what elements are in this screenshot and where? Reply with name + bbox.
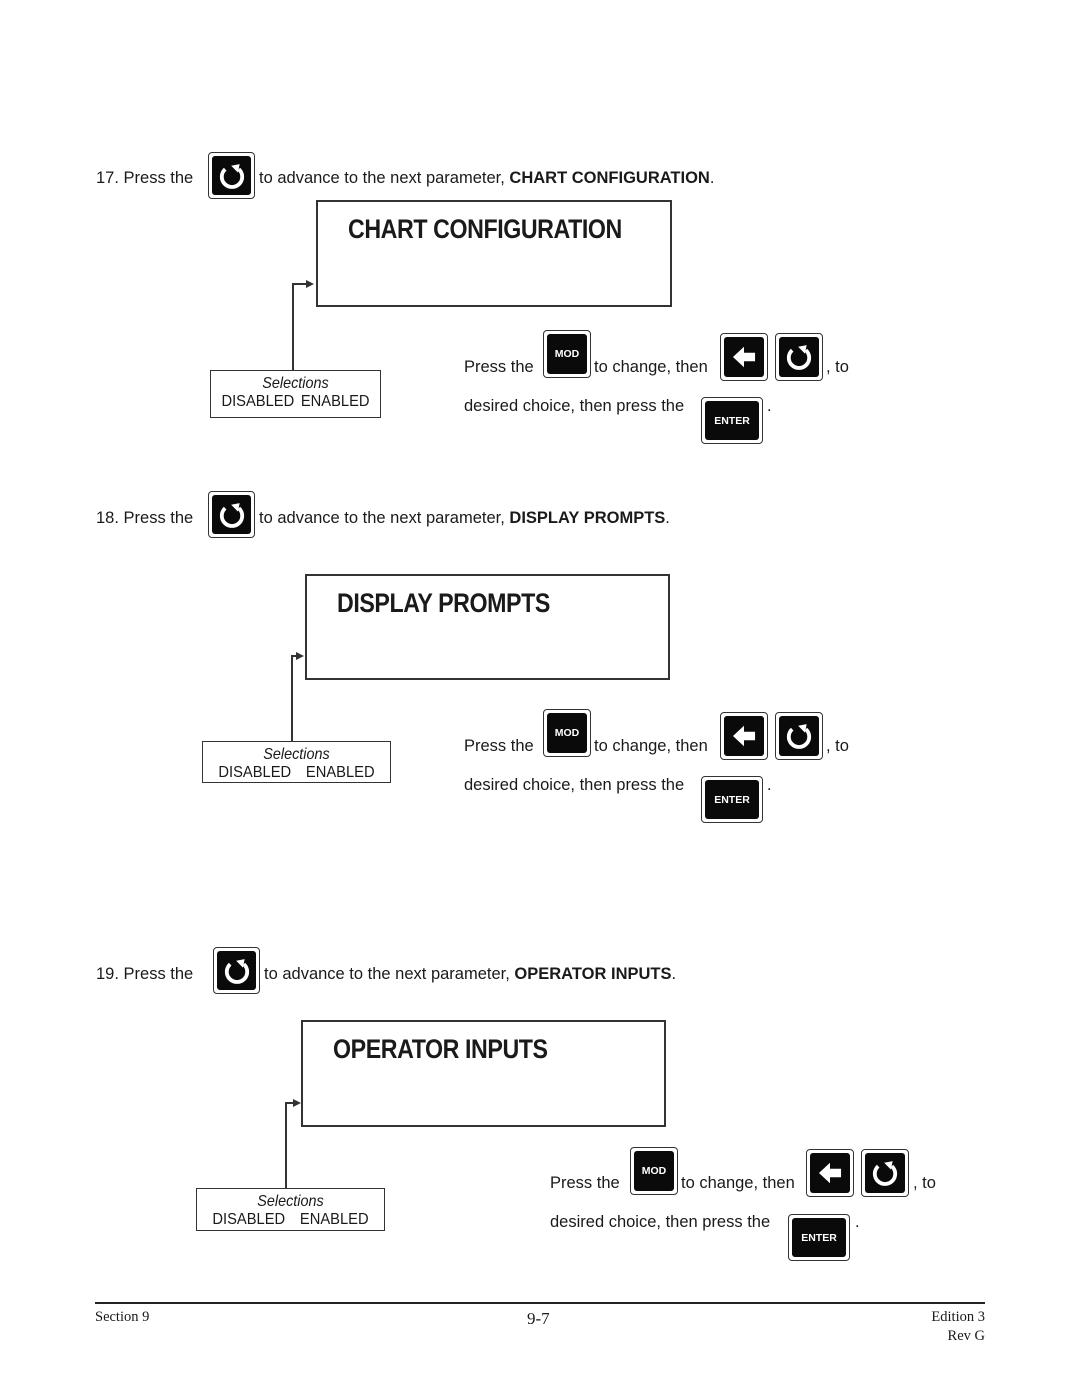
- step-number: 19.: [96, 965, 119, 983]
- enter-key-label: ENTER: [705, 780, 759, 819]
- mod-key-label: MOD: [547, 713, 587, 753]
- connector-arrow-icon: [296, 652, 304, 660]
- scroll-icon: [782, 340, 816, 374]
- step-19-advance: to advance to the next parameter, OPERAT…: [264, 964, 676, 984]
- scroll-icon: [782, 719, 816, 753]
- scroll-key-button[interactable]: [775, 333, 823, 381]
- parameter-name: OPERATOR INPUTS: [514, 965, 672, 983]
- selections-box: Selections DISABLED ENABLED: [196, 1188, 385, 1231]
- instr-to-change: to change, then: [594, 358, 708, 376]
- left-arrow-key-button[interactable]: [720, 712, 768, 760]
- enter-key-button[interactable]: ENTER: [788, 1214, 850, 1261]
- connector-line: [291, 655, 293, 742]
- option-disabled: DISABLED: [221, 393, 295, 410]
- instr-to-change: to change, then: [681, 1174, 795, 1192]
- step-18-text: 18. Press the: [96, 508, 193, 528]
- connector-arrow-icon: [293, 1099, 301, 1107]
- scroll-key-button[interactable]: [775, 712, 823, 760]
- step-press-the: Press the: [123, 509, 194, 527]
- screen-title: CHART CONFIGURATION: [348, 214, 622, 244]
- period: .: [709, 169, 715, 187]
- option-enabled: ENABLED: [305, 764, 375, 781]
- footer-edition: Edition 3: [931, 1309, 985, 1325]
- left-arrow-icon: [727, 340, 761, 374]
- footer-page-number: 9-7: [527, 1309, 550, 1328]
- step-number: 17.: [96, 169, 119, 187]
- period: .: [671, 965, 677, 983]
- footer-rule: [95, 1302, 985, 1304]
- instr-comma-to: , to: [826, 358, 849, 376]
- parameter-name: CHART CONFIGURATION: [509, 169, 710, 187]
- connector-line: [292, 283, 294, 371]
- enter-key-button[interactable]: ENTER: [701, 397, 763, 444]
- mod-key-label: MOD: [547, 334, 587, 374]
- mod-key-button[interactable]: MOD: [543, 709, 591, 757]
- step-17-text: 17. Press the: [96, 168, 193, 188]
- footer-section: Section 9: [95, 1309, 150, 1325]
- mod-key-button[interactable]: MOD: [630, 1147, 678, 1195]
- connector-arrow-icon: [306, 280, 314, 288]
- connector-line: [285, 1102, 287, 1189]
- option-enabled: ENABLED: [299, 1211, 369, 1228]
- selections-box: Selections DISABLED ENABLED: [202, 741, 391, 783]
- scroll-key-button[interactable]: [861, 1149, 909, 1197]
- period: .: [767, 776, 772, 794]
- instr-comma-to: , to: [913, 1174, 936, 1192]
- enter-key-label: ENTER: [792, 1218, 846, 1257]
- selections-box: Selections DISABLED ENABLED: [210, 370, 381, 418]
- selections-header: Selections: [257, 1193, 324, 1210]
- left-arrow-icon: [727, 719, 761, 753]
- display-screen: OPERATOR INPUTS: [301, 1020, 666, 1127]
- instr-desired-choice: desired choice, then press the: [464, 776, 685, 794]
- instr-press-the: Press the: [464, 737, 534, 755]
- option-disabled: DISABLED: [212, 1211, 286, 1228]
- scroll-icon: [868, 1156, 902, 1190]
- left-arrow-icon: [813, 1156, 847, 1190]
- enter-key-button[interactable]: ENTER: [701, 776, 763, 823]
- display-screen: DISPLAY PROMPTS: [305, 574, 670, 680]
- scroll-key-button[interactable]: [208, 491, 255, 538]
- step-number: 18.: [96, 509, 119, 527]
- scroll-icon: [215, 498, 249, 532]
- step-17-advance: to advance to the next parameter, CHART …: [259, 168, 714, 188]
- instr-desired-choice: desired choice, then press the: [464, 397, 685, 415]
- instr-desired-choice: desired choice, then press the: [550, 1213, 771, 1231]
- display-screen: CHART CONFIGURATION: [316, 200, 672, 307]
- mod-key-label: MOD: [634, 1151, 674, 1191]
- left-arrow-key-button[interactable]: [806, 1149, 854, 1197]
- period: .: [855, 1213, 860, 1231]
- screen-title: DISPLAY PROMPTS: [337, 588, 550, 618]
- enter-key-label: ENTER: [705, 401, 759, 440]
- advance-text: to advance to the next parameter,: [259, 509, 505, 527]
- instr-press-the: Press the: [550, 1174, 620, 1192]
- scroll-key-button[interactable]: [208, 152, 255, 199]
- instr-to-change: to change, then: [594, 737, 708, 755]
- scroll-key-button[interactable]: [213, 947, 260, 994]
- option-enabled: ENABLED: [300, 393, 370, 410]
- mod-key-button[interactable]: MOD: [543, 330, 591, 378]
- step-press-the: Press the: [123, 965, 194, 983]
- selections-header: Selections: [262, 375, 329, 392]
- step-18-advance: to advance to the next parameter, DISPLA…: [259, 508, 670, 528]
- left-arrow-key-button[interactable]: [720, 333, 768, 381]
- period: .: [767, 397, 772, 415]
- advance-text: to advance to the next parameter,: [264, 965, 510, 983]
- footer-revision: Rev G: [947, 1328, 985, 1344]
- parameter-name: DISPLAY PROMPTS: [509, 509, 666, 527]
- period: .: [665, 509, 670, 527]
- option-disabled: DISABLED: [218, 764, 292, 781]
- instr-comma-to: , to: [826, 737, 849, 755]
- scroll-icon: [220, 954, 254, 988]
- instr-press-the: Press the: [464, 358, 534, 376]
- scroll-icon: [215, 159, 249, 193]
- step-press-the: Press the: [123, 169, 194, 187]
- connector-line: [285, 1102, 293, 1104]
- advance-text: to advance to the next parameter,: [259, 169, 505, 187]
- selections-header: Selections: [263, 746, 330, 763]
- step-19-text: 19. Press the: [96, 964, 193, 984]
- screen-title: OPERATOR INPUTS: [333, 1034, 548, 1064]
